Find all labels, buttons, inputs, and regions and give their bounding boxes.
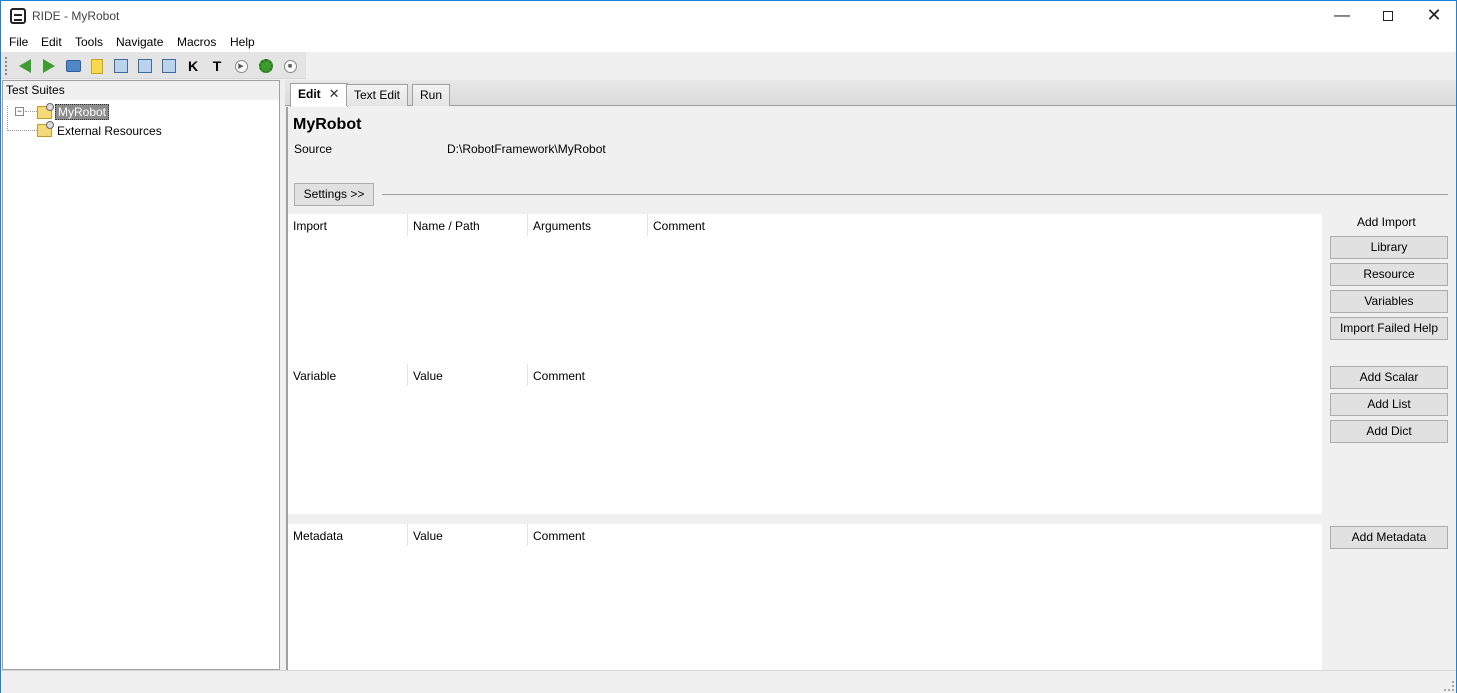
tab-text-edit[interactable]: Text Edit xyxy=(346,84,409,106)
variable-table[interactable]: Variable Value Comment xyxy=(288,364,1322,514)
menu-navigate[interactable]: Navigate xyxy=(116,35,163,49)
add-variables-button[interactable]: Variables xyxy=(1330,290,1448,313)
settings-divider xyxy=(382,194,1448,195)
column-separator[interactable] xyxy=(527,214,528,236)
source-path: D:\RobotFramework\MyRobot xyxy=(447,142,606,156)
resize-grip-icon[interactable] xyxy=(1444,681,1454,691)
column-separator[interactable] xyxy=(527,524,528,546)
metadata-col-header: Metadata xyxy=(293,529,344,543)
column-separator[interactable] xyxy=(407,214,408,236)
suite-title: MyRobot xyxy=(293,116,362,133)
test-suites-pane: Test Suites − MyRobot External Resources xyxy=(2,80,280,670)
tab-edit-label: Edit xyxy=(298,87,321,101)
arguments-col-header: Arguments xyxy=(533,219,592,233)
tree-connector xyxy=(25,111,37,112)
value-col-header: Value xyxy=(413,369,443,383)
add-metadata-button[interactable]: Add Metadata xyxy=(1330,526,1448,549)
add-library-button[interactable]: Library xyxy=(1330,236,1448,259)
tab-edit[interactable]: Edit ✕ xyxy=(290,83,348,107)
open-folder-icon[interactable] xyxy=(64,57,82,75)
app-window: RIDE - MyRobot — ✕ File Edit Tools Navig… xyxy=(0,0,1457,693)
stop-icon[interactable]: ■ xyxy=(281,57,299,75)
toolbar: K T ▶ ■ xyxy=(1,52,306,79)
variable-col-header: Variable xyxy=(293,369,337,383)
forward-icon[interactable] xyxy=(40,57,58,75)
tree-node-myrobot[interactable]: MyRobot xyxy=(55,104,110,120)
back-icon[interactable] xyxy=(16,57,34,75)
menu-macros[interactable]: Macros xyxy=(177,35,216,49)
debug-bug-icon[interactable] xyxy=(257,57,275,75)
column-separator[interactable] xyxy=(407,524,408,546)
editor-pane: Edit ✕ Text Edit Run MyRobot Source D:\Ro… xyxy=(285,80,1456,670)
import-failed-help-button[interactable]: Import Failed Help xyxy=(1330,317,1448,340)
window-title: RIDE - MyRobot xyxy=(32,9,120,23)
close-button[interactable]: ✕ xyxy=(1411,1,1457,32)
collapse-expander-icon[interactable]: − xyxy=(15,107,24,116)
suite-folder-icon xyxy=(37,103,54,119)
tab-run[interactable]: Run xyxy=(412,84,451,106)
menu-help[interactable]: Help xyxy=(230,35,255,49)
ride-app-icon xyxy=(10,8,26,24)
minimize-button[interactable]: — xyxy=(1319,1,1365,32)
value-col-header: Value xyxy=(413,529,443,543)
add-import-label: Add Import xyxy=(1357,215,1416,229)
menu-file[interactable]: File xyxy=(9,35,28,49)
add-dict-button[interactable]: Add Dict xyxy=(1330,420,1448,443)
add-scalar-button[interactable]: Add Scalar xyxy=(1330,366,1448,389)
title-bar: RIDE - MyRobot — ✕ xyxy=(1,1,1456,32)
comment-col-header: Comment xyxy=(533,529,586,543)
column-separator[interactable] xyxy=(407,364,408,386)
save-icon[interactable] xyxy=(112,57,130,75)
resources-folder-icon xyxy=(37,121,54,137)
status-bar xyxy=(1,670,1456,693)
tree-connector xyxy=(7,106,8,131)
keyword-search-icon[interactable]: K xyxy=(184,57,202,75)
close-icon: ✕ xyxy=(1426,5,1442,25)
save-as-icon[interactable] xyxy=(160,57,178,75)
minimize-icon: — xyxy=(1334,7,1350,24)
column-separator[interactable] xyxy=(647,214,648,236)
add-resource-button[interactable]: Resource xyxy=(1330,263,1448,286)
run-icon[interactable]: ▶ xyxy=(232,57,250,75)
settings-toggle-button[interactable]: Settings >> xyxy=(294,183,374,206)
maximize-icon xyxy=(1383,11,1393,21)
menu-bar: File Edit Tools Navigate Macros Help xyxy=(1,32,1456,52)
save-all-icon[interactable] xyxy=(136,57,154,75)
add-list-button[interactable]: Add List xyxy=(1330,393,1448,416)
source-label: Source xyxy=(294,142,333,156)
menu-edit[interactable]: Edit xyxy=(41,35,62,49)
import-col-header: Import xyxy=(293,219,328,233)
tree-connector xyxy=(7,130,37,131)
maximize-button[interactable] xyxy=(1365,1,1411,32)
comment-col-header: Comment xyxy=(533,369,586,383)
suite-editor: MyRobot Source D:\RobotFramework\MyRobot… xyxy=(286,107,1455,670)
test-search-icon[interactable]: T xyxy=(208,57,226,75)
menu-tools[interactable]: Tools xyxy=(75,35,103,49)
tab-strip: Edit ✕ Text Edit Run xyxy=(285,80,1456,107)
test-suites-header: Test Suites xyxy=(3,81,279,100)
toolbar-grip[interactable] xyxy=(5,57,7,75)
tree-node-external-resources[interactable]: External Resources xyxy=(55,124,164,138)
metadata-table[interactable]: Metadata Value Comment xyxy=(288,524,1322,670)
comment-col-header: Comment xyxy=(653,219,706,233)
name-path-col-header: Name / Path xyxy=(413,219,480,233)
column-separator[interactable] xyxy=(527,364,528,386)
close-tab-icon[interactable]: ✕ xyxy=(329,84,340,104)
new-note-icon[interactable] xyxy=(88,57,106,75)
